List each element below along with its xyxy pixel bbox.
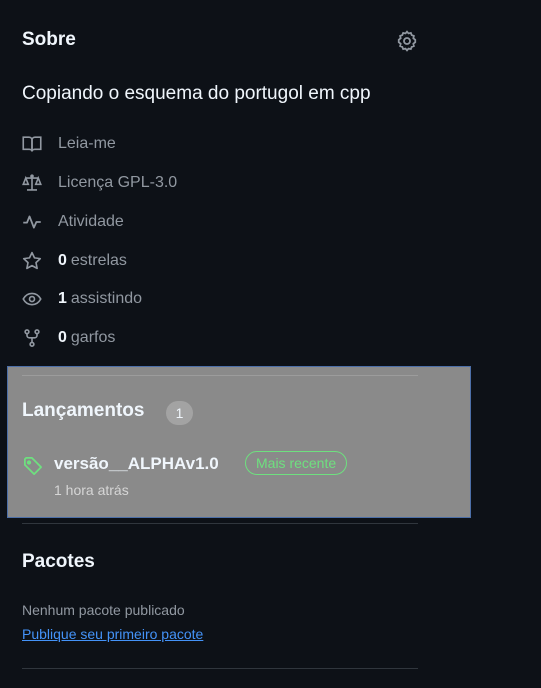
law-icon [22,173,42,193]
gear-icon[interactable] [396,30,418,52]
watchers-label: assistindo [70,290,143,307]
activity-link[interactable]: Atividade [22,210,124,234]
divider [22,523,418,524]
license-link[interactable]: Licença GPL-3.0 [22,171,177,195]
license-label: Licença GPL-3.0 [58,174,178,191]
watchers-count: 1 [58,290,67,307]
watchers-link[interactable]: 1 assistindo [22,287,142,311]
repo-forked-icon [22,328,42,348]
forks-link[interactable]: 0 garfos [22,326,115,350]
star-icon [22,251,42,271]
forks-label: garfos [70,329,116,346]
packages-heading[interactable]: Pacotes [22,551,95,573]
stars-link[interactable]: 0 estrelas [22,249,127,273]
latest-badge: Mais recente [245,451,348,475]
release-name-link[interactable]: versão__ALPHAv1.0 [54,454,219,474]
release-time: 1 hora atrás [54,482,129,498]
releases-heading[interactable]: Lançamentos [22,400,144,422]
pulse-icon [22,212,42,232]
divider [22,668,418,669]
repo-description: Copiando o esquema do portugol em cpp [22,83,371,104]
about-heading: Sobre [22,29,76,50]
eye-icon [22,289,42,309]
divider [22,375,418,376]
activity-label: Atividade [58,213,124,230]
releases-count-badge: 1 [166,401,193,425]
forks-count: 0 [58,329,67,346]
stars-count: 0 [58,252,67,269]
book-icon [22,134,42,154]
stars-label: estrelas [70,252,127,269]
tag-icon [23,456,43,476]
readme-label: Leia-me [58,135,116,152]
readme-link[interactable]: Leia-me [22,132,116,156]
packages-empty-text: Nenhum pacote publicado [22,602,185,618]
publish-package-link[interactable]: Publique seu primeiro pacote [22,626,203,642]
